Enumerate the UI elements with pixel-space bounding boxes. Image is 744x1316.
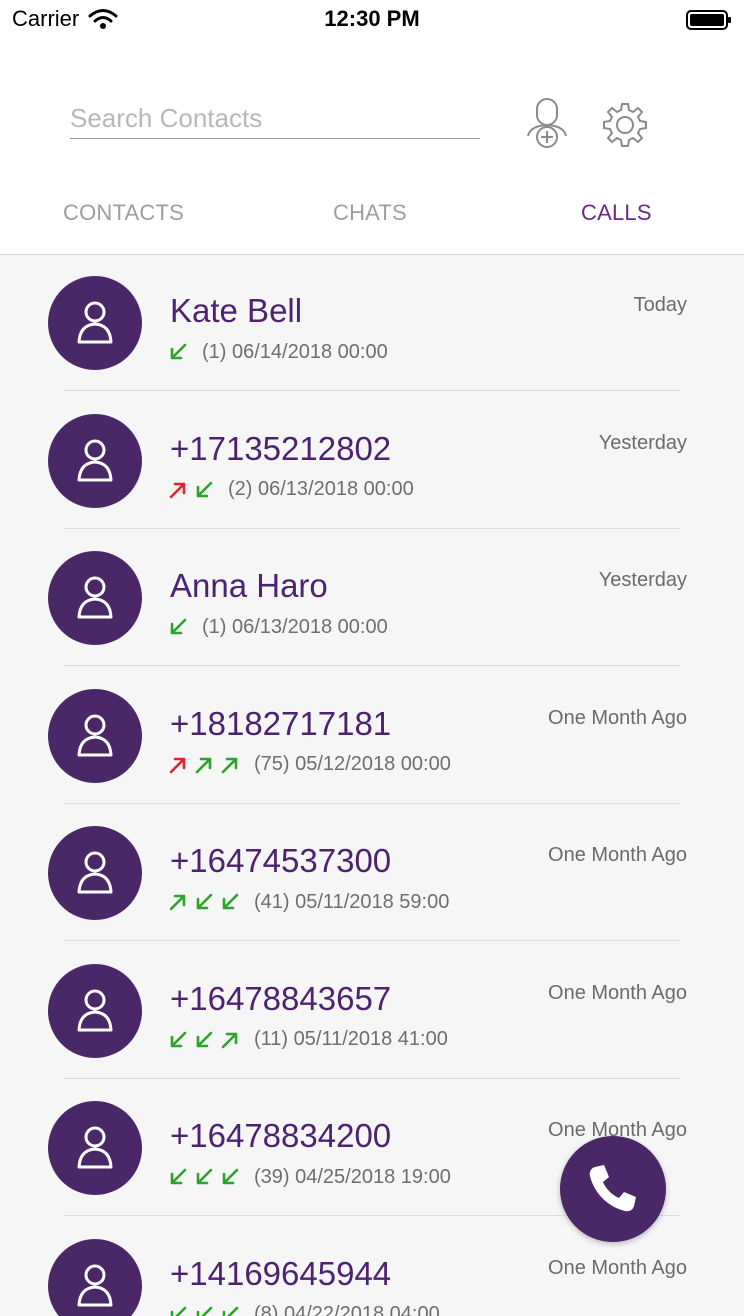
tab-chats[interactable]: CHATS: [333, 200, 407, 226]
call-row[interactable]: Anna Haro (1) 06/13/2018 00:00 Yesterday: [0, 529, 744, 666]
person-icon: [77, 1264, 113, 1306]
person-icon: [77, 1126, 113, 1169]
call-row[interactable]: Kate Bell (1) 06/14/2018 00:00 Today: [0, 254, 744, 391]
person-icon: [77, 439, 113, 481]
call-date: Yesterday: [598, 431, 687, 454]
call-count-datetime: (2) 06/13/2018 00:00: [228, 478, 414, 500]
status-bar: Carrier 12:30 PM: [0, 0, 744, 40]
incoming-call-icon: [196, 893, 213, 910]
incoming-call-icon: [222, 1168, 239, 1185]
call-date: One Month Ago: [548, 981, 687, 1004]
phone-icon: [589, 1165, 636, 1212]
add-contact-icon: [527, 98, 567, 148]
contact-name: +16474537300: [170, 842, 392, 879]
call-date: Today: [633, 294, 687, 316]
gear-icon: [603, 103, 647, 147]
outgoing-call-icon: [169, 482, 186, 498]
avatar: [48, 688, 142, 783]
incoming-call-icon: [170, 343, 187, 360]
call-detail: (75) 05/12/2018 00:00: [168, 753, 451, 777]
outgoing-call-icon: [221, 757, 238, 773]
contact-name: +16478834200: [170, 1117, 392, 1154]
incoming-call-icon: [196, 1168, 213, 1185]
header: CONTACTS CHATS CALLS: [0, 40, 744, 255]
avatar: [48, 1238, 142, 1316]
call-count-datetime: (11) 05/11/2018 41:00: [254, 1028, 448, 1050]
contact-name: +16478843657: [170, 979, 392, 1017]
incoming-call-icon: [170, 1168, 187, 1185]
call-row[interactable]: +16474537300 (41) 05/11/2018 59:00 One Mon…: [0, 804, 744, 941]
call-row[interactable]: +16478843657 (11) 05/11/2018 41:00 One Mon…: [0, 942, 744, 1079]
call-row[interactable]: +17135212802 (2) 06/13/2018 00:00 Yesterda…: [0, 392, 744, 529]
contact-name: Anna Haro: [170, 567, 328, 604]
add-contact-button[interactable]: [522, 96, 572, 152]
call-count-datetime: (75) 05/12/2018 00:00: [254, 753, 451, 775]
search-input[interactable]: [70, 98, 480, 139]
person-icon: [77, 301, 113, 344]
incoming-call-icon: [170, 1031, 187, 1047]
tab-calls[interactable]: CALLS: [581, 200, 652, 226]
tab-contacts[interactable]: CONTACTS: [63, 200, 184, 226]
battery-icon: [686, 10, 731, 30]
call-detail: (8) 04/22/2018 04:00: [168, 1303, 440, 1316]
call-count-datetime: (39) 04/25/2018 19:00: [254, 1165, 451, 1188]
person-icon: [77, 989, 113, 1031]
call-detail: (41) 05/11/2018 59:00: [168, 890, 449, 914]
call-detail: (11) 05/11/2018 41:00: [168, 1028, 448, 1052]
avatar: [48, 1101, 142, 1195]
avatar: [48, 276, 142, 370]
avatar: [48, 413, 142, 508]
call-detail: (1) 06/13/2018 00:00: [168, 615, 388, 639]
incoming-call-icon: [222, 1306, 239, 1316]
outgoing-call-icon: [169, 757, 186, 773]
person-icon: [77, 851, 113, 894]
contact-name: +17135212802: [170, 429, 392, 467]
person-icon: [77, 576, 113, 619]
new-call-button[interactable]: [560, 1136, 666, 1242]
call-detail: (2) 06/13/2018 00:00: [168, 478, 414, 502]
status-time: 12:30 PM: [324, 6, 420, 31]
contact-name: +18182717181: [170, 704, 392, 742]
contact-name: Kate Bell: [170, 292, 303, 329]
call-detail: (1) 06/14/2018 00:00: [168, 340, 388, 364]
call-date: One Month Ago: [548, 844, 687, 866]
contact-name: +14169645944: [170, 1254, 392, 1292]
call-count-datetime: (41) 05/11/2018 59:00: [254, 890, 450, 913]
settings-button[interactable]: [600, 100, 650, 150]
avatar: [48, 826, 142, 920]
outgoing-call-icon: [169, 894, 186, 911]
incoming-call-icon: [170, 618, 187, 635]
incoming-call-icon: [196, 1031, 213, 1047]
incoming-call-icon: [170, 1306, 187, 1316]
call-row[interactable]: +18182717181 (75) 05/12/2018 00:00 One Mon…: [0, 667, 744, 804]
call-detail: (39) 04/25/2018 19:00: [168, 1165, 451, 1189]
avatar: [48, 963, 142, 1058]
call-date: One Month Ago: [548, 1256, 687, 1279]
person-icon: [77, 714, 113, 756]
call-date: One Month Ago: [548, 706, 687, 729]
incoming-call-icon: [196, 1306, 213, 1316]
incoming-call-icon: [222, 893, 239, 910]
outgoing-call-icon: [195, 757, 212, 773]
incoming-call-icon: [196, 481, 213, 497]
call-count-datetime: (1) 06/14/2018 00:00: [202, 340, 388, 363]
call-count-datetime: (1) 06/13/2018 00:00: [202, 615, 388, 638]
call-count-datetime: (8) 04/22/2018 04:00: [254, 1303, 440, 1316]
outgoing-call-icon: [221, 1032, 238, 1048]
avatar: [48, 551, 142, 645]
call-date: Yesterday: [598, 569, 687, 591]
